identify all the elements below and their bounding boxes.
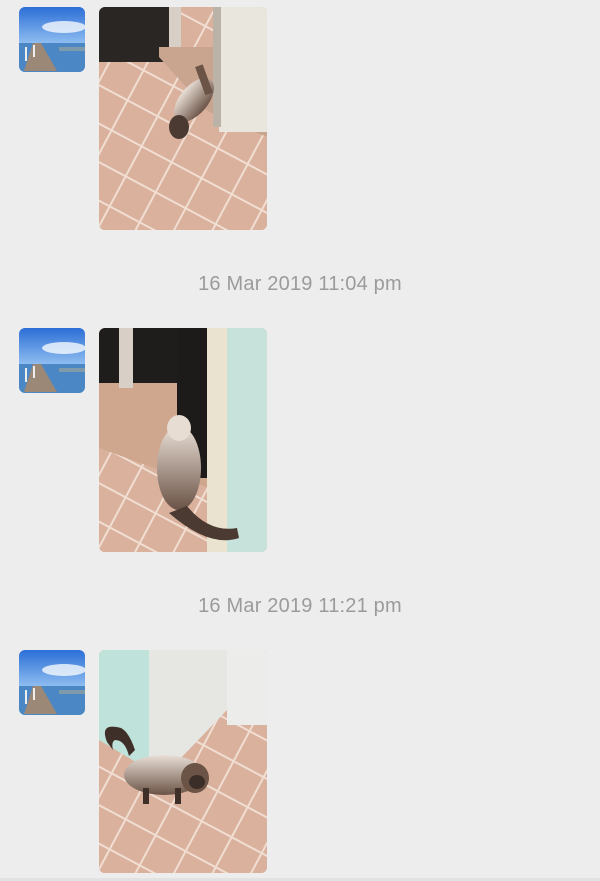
sender-avatar[interactable] [19, 7, 85, 72]
photo-message[interactable] [99, 7, 267, 230]
timestamp: 16 Mar 2019 11:04 pm [198, 273, 402, 295]
sender-avatar[interactable] [19, 328, 85, 393]
sender-avatar[interactable] [19, 650, 85, 715]
photo-message[interactable] [99, 650, 267, 873]
photo-message[interactable] [99, 328, 267, 552]
timestamp: 16 Mar 2019 11:21 pm [198, 595, 402, 617]
